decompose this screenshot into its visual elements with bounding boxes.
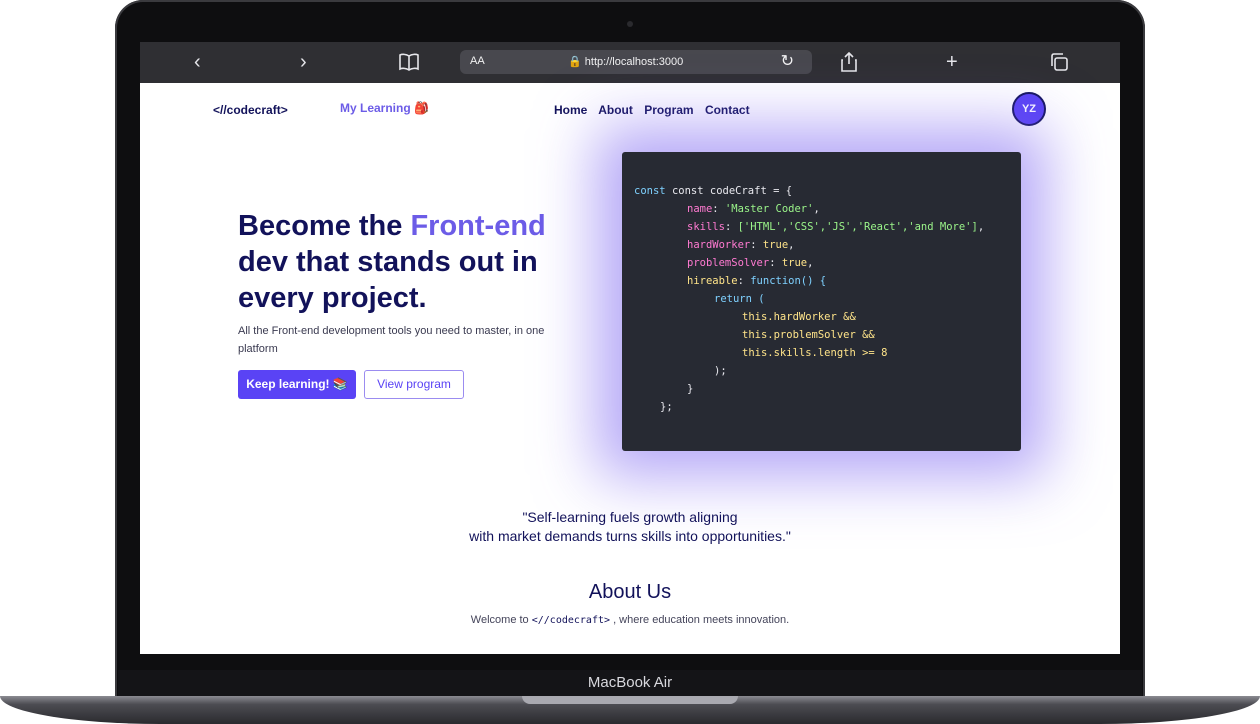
tabs-icon[interactable] [1050, 53, 1068, 76]
code-bool: true [762, 239, 789, 251]
lock-icon: 🔒 [568, 56, 582, 68]
main-nav: Home About Program Contact [554, 103, 758, 117]
code-line: this.skills.length >= 8 [742, 347, 888, 359]
camera [627, 21, 633, 27]
url-value: http://localhost:3000 [584, 56, 684, 68]
back-icon[interactable]: ‹ [194, 51, 201, 73]
device-label: MacBook Air [587, 674, 673, 691]
book-icon[interactable] [398, 53, 420, 76]
hero-title: Become the Front-end dev that stands out… [238, 208, 598, 316]
code-key: hardWorker [687, 239, 751, 251]
share-icon[interactable] [840, 51, 858, 77]
code-key: problemSolver [687, 257, 770, 269]
code-line: skills: ['HTML','CSS','JS','React','and … [687, 221, 985, 233]
hero-subtitle: All the Front-end development tools you … [238, 325, 545, 355]
about-title: About Us [588, 581, 672, 603]
site-logo[interactable]: <//codecraft> [213, 103, 288, 117]
code-line: problemSolver: true, [687, 257, 814, 269]
hero-title-start: Become the [238, 210, 411, 242]
forward-icon[interactable]: › [300, 51, 307, 73]
about-brand: <//codecraft> [531, 615, 611, 626]
hero-title-accent: Front-end [410, 210, 546, 242]
nav-program[interactable]: Program [644, 103, 693, 117]
browser-screen: ‹ › AA 🔒 http://localhost:3000 ↻ + <//co… [140, 42, 1120, 654]
code-bool: true [781, 257, 808, 269]
code-line: hireable: function() { [687, 275, 827, 287]
url-text: 🔒 http://localhost:3000 [568, 55, 683, 68]
code-key: skills [687, 221, 725, 233]
keep-learning-button[interactable]: Keep learning! 📚 [238, 370, 356, 399]
plus-icon[interactable]: + [946, 51, 958, 73]
view-program-button[interactable]: View program [364, 370, 464, 399]
my-learning-link[interactable]: My Learning 🎒 [340, 101, 429, 115]
quote-line-2: with market demands turns skills into op… [469, 528, 791, 544]
quote-line-1: "Self-learning fuels growth aligning [522, 509, 738, 525]
about-text-end: , where education meets innovation. [610, 614, 790, 626]
text-size-button[interactable]: AA [470, 55, 485, 67]
code-line: } [687, 383, 694, 395]
nav-about[interactable]: About [598, 103, 633, 117]
code-string: 'Master Coder' [724, 203, 814, 215]
quote: "Self-learning fuels growth aligning wit… [140, 508, 1120, 546]
code-key: hireable [687, 275, 738, 287]
code-line: return ( [714, 293, 765, 305]
code-line: ); [714, 365, 727, 377]
code-line: this.hardWorker && [742, 311, 856, 323]
code-card: const const codeCraft = { name: 'Master … [622, 152, 1021, 451]
user-avatar[interactable]: YZ [1012, 92, 1046, 126]
code-key: name [687, 203, 713, 215]
browser-toolbar: ‹ › AA 🔒 http://localhost:3000 ↻ + [140, 42, 1120, 83]
nav-contact[interactable]: Contact [705, 103, 750, 117]
hero-title-end: dev that stands out in every project. [238, 246, 538, 314]
address-bar[interactable]: AA 🔒 http://localhost:3000 ↻ [460, 50, 812, 74]
code-line: this.problemSolver && [742, 329, 875, 341]
about-text-start: Welcome to [470, 614, 532, 626]
reload-icon[interactable]: ↻ [781, 51, 794, 71]
nav-home[interactable]: Home [554, 103, 587, 117]
about-text: Welcome to <//codecraft> , where educati… [140, 614, 1120, 626]
code-text: const codeCraft = { [671, 185, 793, 197]
laptop-notch [522, 696, 738, 704]
code-line: name: 'Master Coder', [687, 203, 820, 215]
code-line: hardWorker: true, [687, 239, 795, 251]
code-string: ['HTML','CSS','JS','React','and More'] [737, 221, 978, 233]
code-line: const const codeCraft = { [634, 182, 792, 200]
code-function: function() { [750, 275, 827, 287]
code-keyword: const [634, 185, 666, 197]
code-line: }; [660, 401, 673, 413]
